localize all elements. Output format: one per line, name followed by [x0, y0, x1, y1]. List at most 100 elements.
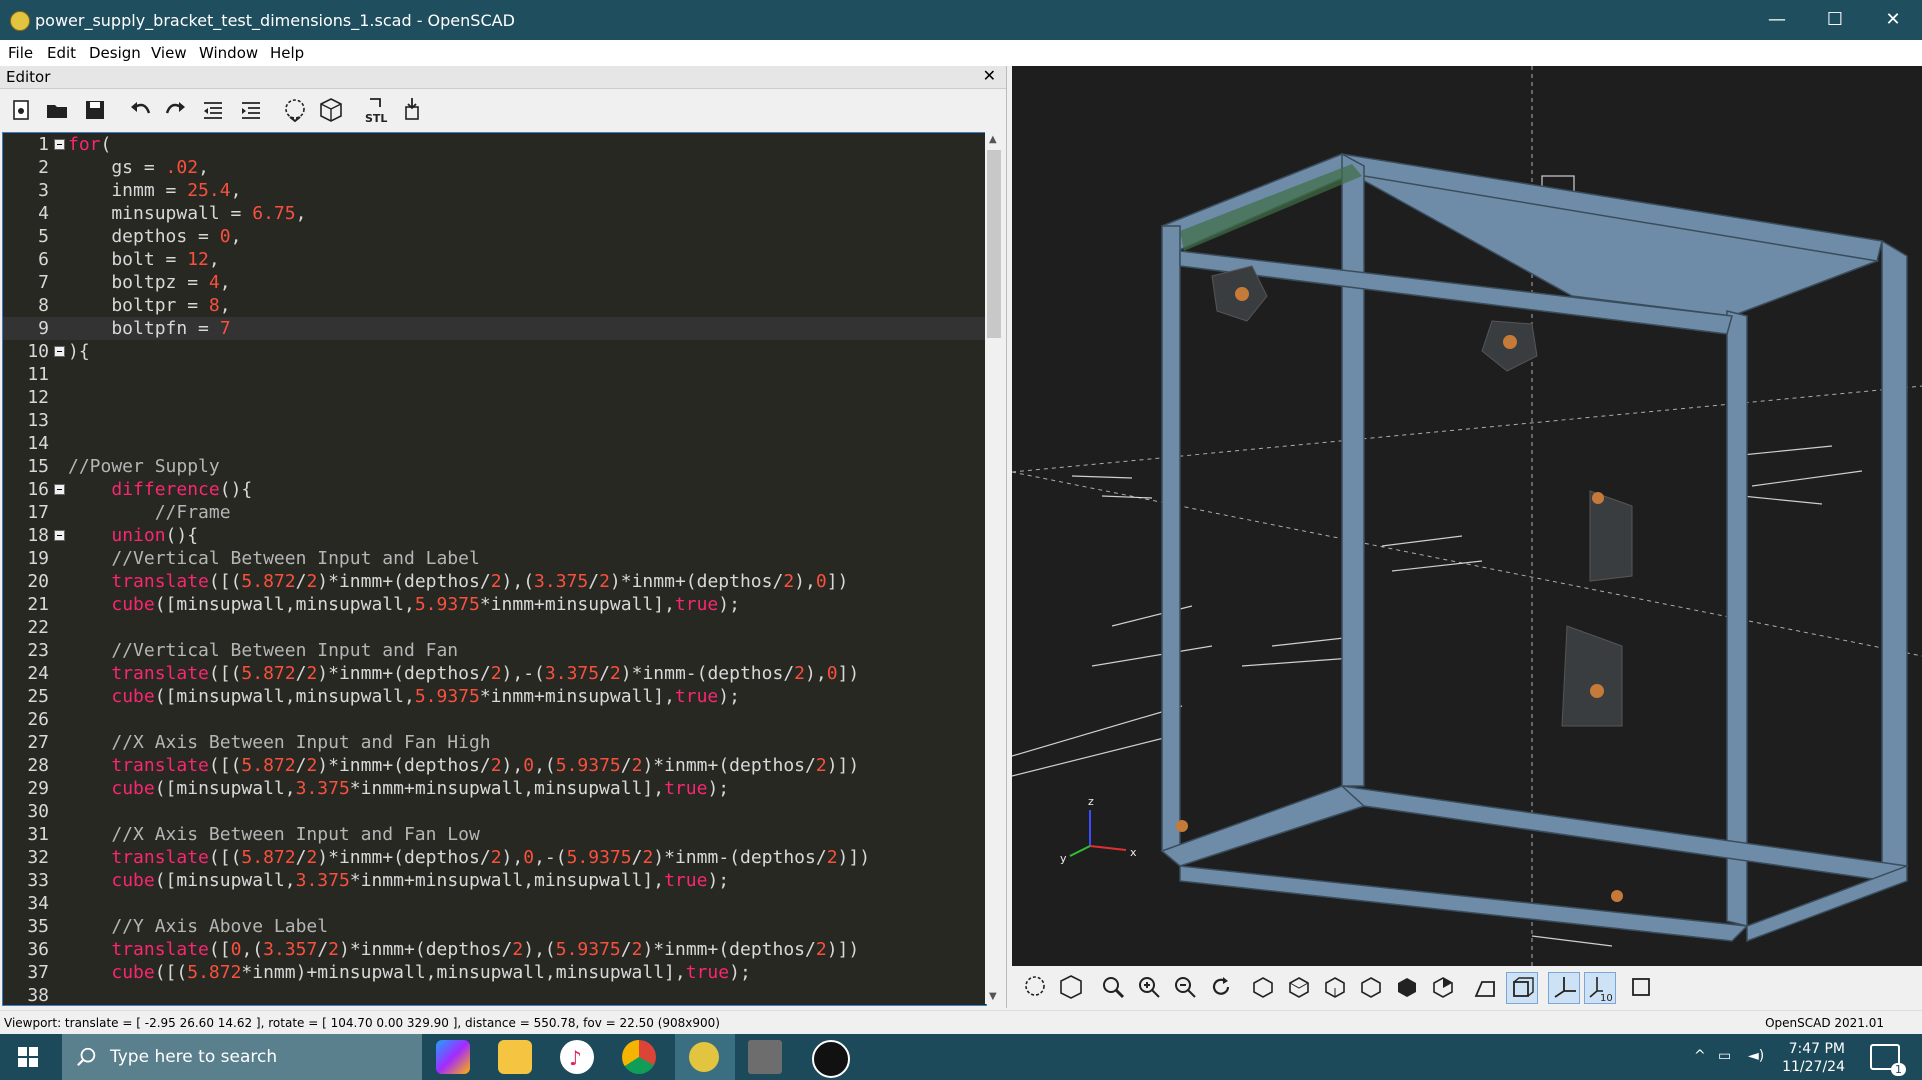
editor-close-icon[interactable]: ✕ [983, 66, 996, 85]
render-icon[interactable] [316, 95, 346, 125]
code-line[interactable]: 26 [3, 708, 986, 731]
perspective-icon[interactable] [1470, 972, 1500, 1002]
code-line[interactable]: 10){ [3, 340, 986, 363]
code-line[interactable]: 16 difference(){ [3, 478, 986, 501]
code-line[interactable]: 24 translate([(5.872/2)*inmm+(depthos/2)… [3, 662, 986, 685]
menu-edit[interactable]: Edit [47, 44, 76, 62]
orthogonal-icon[interactable] [1506, 972, 1538, 1004]
code-editor[interactable]: 1 for(2 gs = .02, 3 inmm = 25.4, 4 minsupwa… [2, 132, 987, 1006]
code-line[interactable]: 27 //X Axis Between Input and Fan High [3, 731, 986, 754]
zoom-out-icon[interactable] [1170, 972, 1200, 1002]
fold-toggle-icon[interactable] [54, 139, 65, 150]
code-line[interactable]: 25 cube([minsupwall,minsupwall,5.9375*in… [3, 685, 986, 708]
zoom-in-icon[interactable] [1134, 972, 1164, 1002]
code-line[interactable]: 3 inmm = 25.4, [3, 179, 986, 202]
code-line[interactable]: 2 gs = .02, [3, 156, 986, 179]
code-line[interactable]: 4 minsupwall = 6.75, [3, 202, 986, 225]
code-line[interactable]: 34 [3, 892, 986, 915]
code-line[interactable]: 11 [3, 363, 986, 386]
code-line[interactable]: 12 [3, 386, 986, 409]
code-line[interactable]: 29 cube([minsupwall,3.375*inmm+minsupwal… [3, 777, 986, 800]
code-line[interactable]: 33 cube([minsupwall,3.375*inmm+minsupwal… [3, 869, 986, 892]
scroll-up-icon[interactable]: ▲ [989, 134, 997, 145]
code-line[interactable]: 22 [3, 616, 986, 639]
code-line[interactable]: 23 //Vertical Between Input and Fan [3, 639, 986, 662]
save-icon[interactable] [80, 95, 110, 125]
calculator-icon[interactable] [748, 1040, 782, 1074]
scroll-down-icon[interactable]: ▼ [989, 991, 997, 1002]
show-edges-icon[interactable] [1626, 972, 1656, 1002]
code-line[interactable]: 38 [3, 984, 986, 1005]
scrollbar-thumb[interactable] [987, 150, 1001, 338]
file-explorer-icon[interactable] [498, 1040, 532, 1074]
code-line[interactable]: 13 [3, 409, 986, 432]
code-line[interactable]: 6 bolt = 12, [3, 248, 986, 271]
export-stl-icon[interactable]: STL [362, 95, 392, 125]
viewer-render-icon[interactable] [1056, 972, 1086, 1002]
windows-start-icon[interactable] [18, 1047, 38, 1067]
obs-icon[interactable] [812, 1040, 850, 1078]
show-axes-icon[interactable] [1548, 972, 1580, 1004]
music-app-icon[interactable]: ♪ [560, 1040, 594, 1074]
network-icon[interactable]: ▭ [1718, 1048, 1731, 1064]
fold-toggle-icon[interactable] [54, 346, 65, 357]
unindent-icon[interactable] [198, 95, 228, 125]
send-to-print-icon[interactable] [397, 95, 427, 125]
code-line[interactable]: 32 translate([(5.872/2)*inmm+(depthos/2)… [3, 846, 986, 869]
volume-icon[interactable]: ◄) [1748, 1048, 1764, 1064]
open-file-icon[interactable] [42, 95, 72, 125]
view-top-icon[interactable] [1284, 972, 1314, 1002]
code-line[interactable]: 19 //Vertical Between Input and Label [3, 547, 986, 570]
menu-file[interactable]: File [8, 44, 33, 62]
new-file-icon[interactable] [6, 95, 36, 125]
minimize-button[interactable]: — [1748, 0, 1806, 40]
close-button[interactable]: ✕ [1864, 0, 1922, 40]
show-hidden-icons-icon[interactable]: ^ [1694, 1048, 1706, 1064]
editor-scrollbar[interactable]: ▲ ▼ [985, 132, 1003, 1004]
taskbar-search-box[interactable]: Type here to search [62, 1034, 422, 1080]
redo-icon[interactable] [161, 95, 191, 125]
taskbar-clock[interactable]: 7:47 PM 11/27/24 [1765, 1040, 1845, 1076]
code-line[interactable]: 35 //Y Axis Above Label [3, 915, 986, 938]
view-back-icon[interactable] [1428, 972, 1458, 1002]
code-line[interactable]: 15 //Power Supply [3, 455, 986, 478]
menu-help[interactable]: Help [270, 44, 304, 62]
view-all-icon[interactable] [1098, 972, 1128, 1002]
code-line[interactable]: 36 translate([0,(3.357/2)*inmm+(depthos/… [3, 938, 986, 961]
code-line[interactable]: 21 cube([minsupwall,minsupwall,5.9375*in… [3, 593, 986, 616]
code-line[interactable]: 7 boltpz = 4, [3, 271, 986, 294]
view-right-icon[interactable] [1248, 972, 1278, 1002]
menu-window[interactable]: Window [199, 44, 258, 62]
menu-design[interactable]: Design [89, 44, 141, 62]
code-line[interactable]: 5 depthos = 0, [3, 225, 986, 248]
indent-icon[interactable] [236, 95, 266, 125]
code-line[interactable]: 8 boltpr = 8, [3, 294, 986, 317]
view-bottom-icon[interactable] [1320, 972, 1350, 1002]
notifications-icon[interactable]: 1 [1870, 1044, 1906, 1076]
code-line[interactable]: 14 [3, 432, 986, 455]
copilot-icon[interactable] [436, 1040, 470, 1074]
preview-icon[interactable] [280, 95, 310, 125]
menu-view[interactable]: View [151, 44, 187, 62]
code-line[interactable]: 18 union(){ [3, 524, 986, 547]
code-line[interactable]: 37 cube([(5.872*inmm)+minsupwall,minsupw… [3, 961, 986, 984]
viewer-preview-icon[interactable] [1020, 972, 1050, 1002]
chrome-icon[interactable] [622, 1040, 656, 1074]
fold-toggle-icon[interactable] [54, 530, 65, 541]
view-left-icon[interactable] [1356, 972, 1386, 1002]
undo-icon[interactable] [125, 95, 155, 125]
code-line[interactable]: 30 [3, 800, 986, 823]
fold-toggle-icon[interactable] [54, 484, 65, 495]
code-line[interactable]: 17 //Frame [3, 501, 986, 524]
code-line[interactable]: 1 for( [3, 133, 986, 156]
show-scale-markers-icon[interactable]: 10 [1584, 972, 1616, 1004]
3d-viewport[interactable]: z x y [1011, 66, 1922, 966]
openscad-taskbar-button[interactable] [675, 1034, 735, 1080]
code-line[interactable]: 31 //X Axis Between Input and Fan Low [3, 823, 986, 846]
reset-view-icon[interactable] [1206, 972, 1236, 1002]
maximize-button[interactable]: ☐ [1806, 0, 1864, 40]
code-line[interactable]: 20 translate([(5.872/2)*inmm+(depthos/2)… [3, 570, 986, 593]
code-line[interactable]: 28 translate([(5.872/2)*inmm+(depthos/2)… [3, 754, 986, 777]
view-front-icon[interactable] [1392, 972, 1422, 1002]
code-line[interactable]: 9 boltpfn = 7 [3, 317, 986, 340]
